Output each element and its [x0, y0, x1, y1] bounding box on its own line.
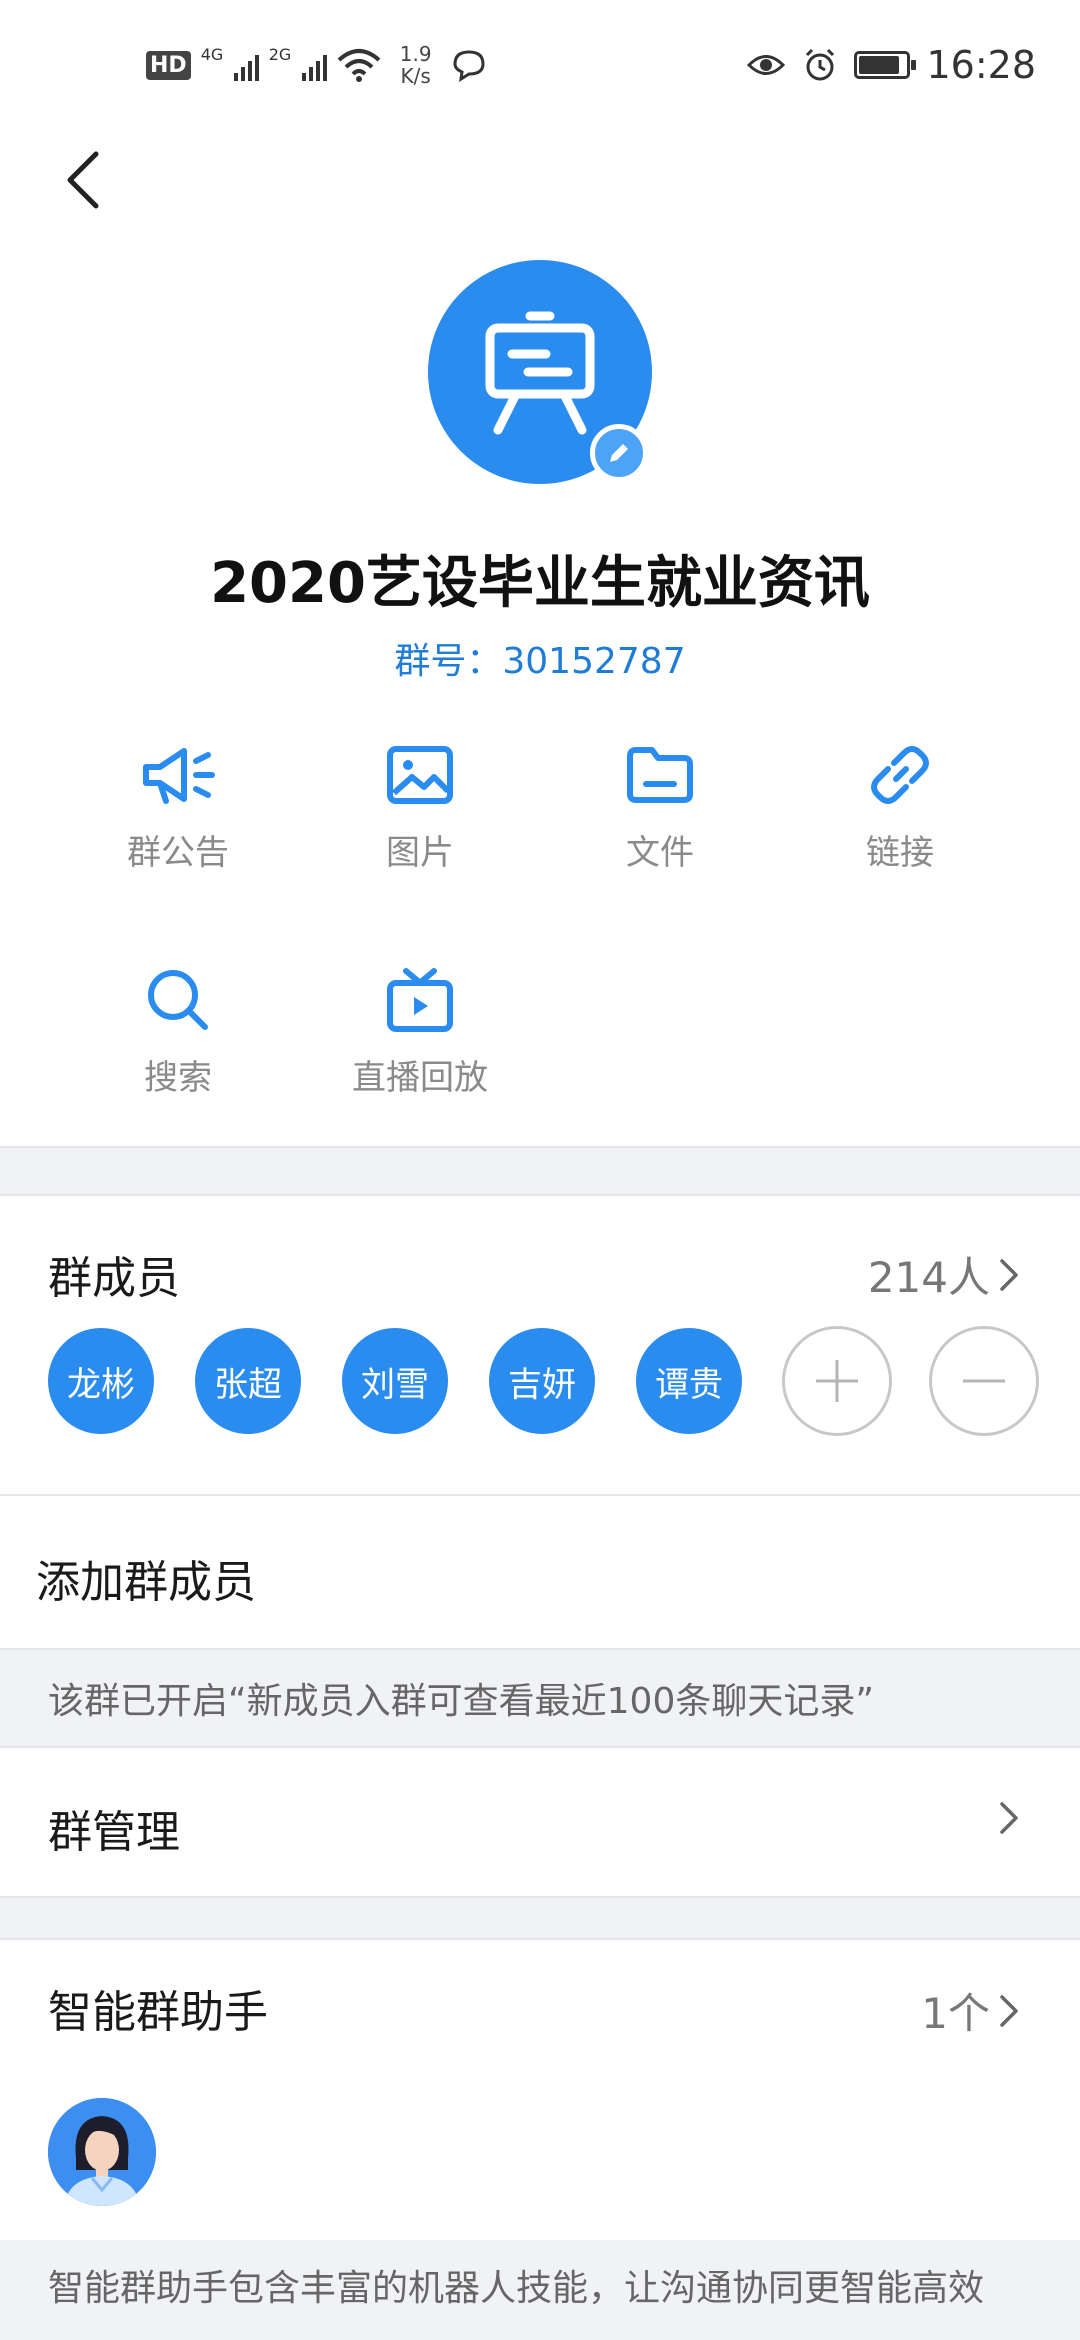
link-icon — [871, 746, 929, 804]
assistant-avatar[interactable] — [48, 2098, 156, 2206]
plus-icon — [816, 1360, 858, 1402]
group-manage-chevron[interactable] — [998, 1800, 1020, 1836]
members-count: 214人 — [867, 1253, 990, 1302]
add-member-button[interactable] — [782, 1326, 892, 1436]
back-arrow-icon — [67, 151, 99, 209]
tool-images[interactable]: 图片 — [300, 735, 540, 874]
megaphone-icon — [143, 748, 215, 804]
members-title: 群成员 — [48, 1253, 180, 1304]
group-name: 2020艺设毕业生就业资讯 — [210, 551, 870, 616]
chat-notification-icon — [453, 50, 485, 82]
presentation-board-icon — [485, 311, 595, 435]
edit-avatar-button[interactable] — [590, 424, 648, 482]
alarm-icon — [806, 48, 835, 81]
assistant-count: 1个 — [921, 1989, 990, 2038]
tool-live-replay[interactable]: 直播回放 — [300, 960, 540, 1099]
section-divider — [0, 1896, 1080, 1940]
group-id[interactable]: 群号：30152787 — [0, 632, 1080, 684]
image-icon — [387, 746, 453, 804]
eye-comfort-icon — [747, 55, 786, 75]
member-avatar[interactable]: 张超 — [195, 1328, 301, 1434]
chevron-right-icon — [1000, 1994, 1018, 2027]
chevron-right-icon — [1000, 1258, 1018, 1291]
tv-icon — [387, 968, 453, 1032]
tool-links[interactable]: 链接 — [780, 735, 1020, 874]
members-count-link[interactable]: 214人 — [868, 1244, 1020, 1305]
minus-icon — [963, 1379, 1005, 1383]
clock: 16:28 — [926, 43, 1036, 87]
remove-member-button[interactable] — [929, 1326, 1039, 1436]
history-notice: 该群已开启“新成员入群可查看最近100条聊天记录” — [0, 1648, 1080, 1748]
member-avatar[interactable]: 龙彬 — [48, 1328, 154, 1434]
tool-search[interactable]: 搜索 — [58, 960, 298, 1099]
status-left: HD 4G 2G 1.9 K/s — [146, 40, 487, 90]
chevron-right-icon — [1000, 1802, 1018, 1834]
back-button[interactable] — [52, 140, 112, 220]
status-right: 16:28 — [746, 40, 1036, 90]
tool-files[interactable]: 文件 — [540, 735, 780, 874]
wifi-icon — [337, 49, 381, 82]
assistant-portrait-icon — [48, 2098, 156, 2206]
assistant-title: 智能群助手 — [48, 1987, 268, 2038]
search-icon — [148, 970, 208, 1030]
assistant-description: 智能群助手包含丰富的机器人技能，让沟通协同更智能高效 — [0, 2240, 1080, 2340]
assistant-count-link[interactable]: 1个 — [921, 1980, 1020, 2041]
hd-indicator: HD — [146, 50, 191, 80]
group-manage-row[interactable]: 群管理 — [48, 1796, 180, 1860]
battery-icon — [854, 51, 917, 79]
tool-announcement[interactable]: 群公告 — [58, 735, 298, 874]
signal-4g-icon: 4G — [201, 45, 259, 85]
signal-2g-icon: 2G — [269, 45, 327, 85]
divider — [0, 1494, 1080, 1496]
pencil-icon — [610, 444, 628, 462]
member-avatar[interactable]: 刘雪 — [342, 1328, 448, 1434]
network-speed: 1.9 K/s — [399, 42, 432, 88]
member-avatar[interactable]: 谭贵 — [636, 1328, 742, 1434]
member-avatar[interactable]: 吉妍 — [489, 1328, 595, 1434]
section-divider — [0, 1146, 1080, 1196]
status-bar: HD 4G 2G 1.9 K/s 16:28 — [0, 0, 1080, 130]
add-member-row[interactable]: 添加群成员 — [36, 1546, 256, 1610]
folder-icon — [627, 747, 693, 803]
